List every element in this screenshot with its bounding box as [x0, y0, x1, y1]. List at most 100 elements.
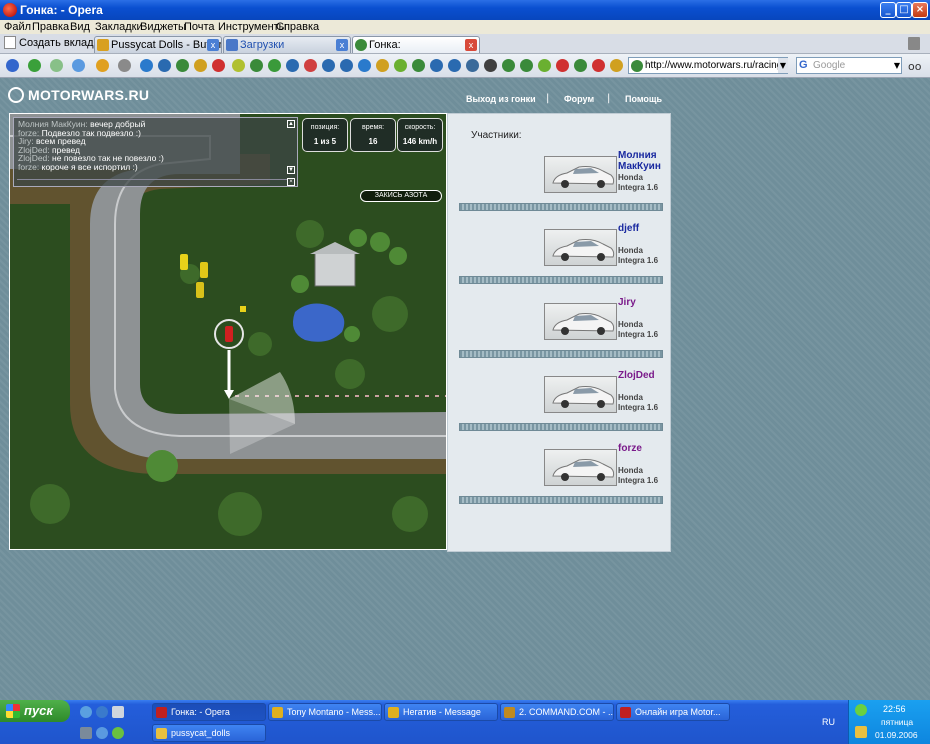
- car-image: [544, 376, 617, 413]
- speed-stat: скорость: 146 km/h: [397, 118, 443, 152]
- participant-name[interactable]: Jiry: [618, 297, 666, 308]
- start-button[interactable]: пуск: [0, 700, 70, 722]
- bookmark-icon[interactable]: [250, 59, 263, 72]
- glasses-icon[interactable]: oo: [908, 60, 921, 73]
- task-command[interactable]: 2. COMMAND.COM - ...: [500, 703, 614, 721]
- bookmark-icon[interactable]: [304, 59, 317, 72]
- trash-icon[interactable]: [908, 37, 920, 50]
- tab-close-icon[interactable]: x: [336, 39, 348, 51]
- tab-close-icon[interactable]: x: [465, 39, 477, 51]
- pen-icon[interactable]: [118, 59, 131, 72]
- task-folder[interactable]: pussycat_dolls: [152, 724, 266, 742]
- bookmark-icon[interactable]: [538, 59, 551, 72]
- participant-car-model: Honda Integra 1.6: [618, 466, 659, 485]
- fast-forward-icon[interactable]: [72, 59, 85, 72]
- bookmark-icon[interactable]: [376, 59, 389, 72]
- bookmark-icon[interactable]: [430, 59, 443, 72]
- tab-pussycat-dolls[interactable]: Pussycat Dolls - Buttons ... x: [94, 36, 222, 53]
- bookmark-icon[interactable]: [412, 59, 425, 72]
- minimize-button[interactable]: _: [880, 2, 896, 18]
- bookmark-icon[interactable]: [358, 59, 371, 72]
- menu-edit[interactable]: Правка: [32, 21, 69, 33]
- address-dropdown-icon[interactable]: ▼: [778, 58, 788, 73]
- menu-view[interactable]: Вид: [70, 21, 90, 33]
- tab-downloads[interactable]: Загрузки x: [223, 36, 351, 53]
- participant-name[interactable]: Молния МакКуин: [618, 150, 666, 172]
- desktop-icon[interactable]: [80, 706, 92, 718]
- ie-icon[interactable]: [96, 706, 108, 718]
- bookmark-icon[interactable]: [556, 59, 569, 72]
- chat-message: forze: короче я все испортил :): [18, 161, 138, 172]
- bookmark-icon[interactable]: [340, 59, 353, 72]
- bookmark-icon[interactable]: [232, 59, 245, 72]
- tray-icon[interactable]: [855, 704, 867, 716]
- participant-name[interactable]: djeff: [618, 223, 666, 234]
- bookmark-icon[interactable]: [448, 59, 461, 72]
- home-icon[interactable]: [6, 59, 19, 72]
- bookmark-icon[interactable]: [484, 59, 497, 72]
- bookmark-icon[interactable]: [140, 59, 153, 72]
- menu-widgets[interactable]: Виджеты: [140, 21, 186, 33]
- bookmark-icon[interactable]: [466, 59, 479, 72]
- task-message-1[interactable]: Tony Montano - Mess...: [268, 703, 382, 721]
- bookmark-icon[interactable]: [176, 59, 189, 72]
- bookmark-icon[interactable]: [212, 59, 225, 72]
- bookmark-icon[interactable]: [194, 59, 207, 72]
- tab-close-icon[interactable]: x: [207, 39, 219, 51]
- nitro-button[interactable]: ЗАКИСЬ АЗОТА: [360, 190, 442, 202]
- participant-name[interactable]: ZlojDed: [618, 370, 666, 381]
- participant-card: forze Honda Integra 1.6: [459, 443, 663, 509]
- app-icon[interactable]: [112, 727, 124, 739]
- chat-scroll-up-icon[interactable]: ▲: [287, 120, 295, 128]
- task-message-2[interactable]: Негатив - Message: [384, 703, 498, 721]
- bookmark-icon[interactable]: [502, 59, 515, 72]
- participants-label: Участники:: [471, 130, 522, 141]
- participant-name[interactable]: forze: [618, 443, 666, 454]
- participant-card: ZlojDed Honda Integra 1.6: [459, 370, 663, 436]
- participant-progress-bar: [459, 423, 663, 431]
- menu-mail[interactable]: Почта: [184, 21, 215, 33]
- tab-favicon-icon: [355, 39, 367, 51]
- bookmark-icon[interactable]: [592, 59, 605, 72]
- race-canvas[interactable]: Молния МакКуин: вечер добрый forze: Подв…: [9, 113, 447, 550]
- app-icon[interactable]: [80, 727, 92, 739]
- bookmark-icon[interactable]: [158, 59, 171, 72]
- exit-race-link[interactable]: Выход из гонки: [466, 94, 536, 104]
- menu-file[interactable]: Файл: [4, 21, 31, 33]
- back-icon[interactable]: [28, 59, 41, 72]
- participant-car-model: Honda Integra 1.6: [618, 246, 659, 265]
- forward-icon[interactable]: [50, 59, 63, 72]
- bookmark-icon[interactable]: [322, 59, 335, 72]
- app-icon[interactable]: [112, 706, 124, 718]
- app-icon[interactable]: [96, 727, 108, 739]
- chat-scroll-down-icon[interactable]: ▼: [287, 166, 295, 174]
- close-button[interactable]: ×: [912, 2, 928, 18]
- menu-bookmarks[interactable]: Закладки: [95, 21, 143, 33]
- search-dropdown-icon[interactable]: ▼: [892, 58, 902, 73]
- help-link[interactable]: Помощь: [625, 94, 662, 104]
- bookmark-icon[interactable]: [574, 59, 587, 72]
- tray-icon[interactable]: [855, 726, 867, 738]
- bookmark-icon[interactable]: [610, 59, 623, 72]
- task-opera[interactable]: Гонка: - Opera: [152, 703, 266, 721]
- site-logo[interactable]: MOTORWARS.RU: [8, 87, 149, 103]
- time-stat: время: 16: [350, 118, 396, 152]
- chat-input[interactable]: [17, 179, 287, 188]
- bookmark-icon[interactable]: [394, 59, 407, 72]
- task-online-game[interactable]: Онлайн игра Motor...: [616, 703, 730, 721]
- search-input[interactable]: Google: [796, 57, 902, 74]
- language-indicator[interactable]: RU: [822, 717, 835, 727]
- participant-car-model: Honda Integra 1.6: [618, 173, 659, 192]
- forum-link[interactable]: Форум: [564, 94, 594, 104]
- bookmark-icon[interactable]: [520, 59, 533, 72]
- bookmark-icon[interactable]: [286, 59, 299, 72]
- address-input[interactable]: http://www.motorwars.ru/racing.php: [628, 57, 788, 74]
- maximize-button[interactable]: □: [896, 2, 912, 18]
- menu-help[interactable]: Справка: [276, 21, 319, 33]
- chat-close-icon[interactable]: ×: [287, 178, 295, 186]
- bookmark-icon[interactable]: [268, 59, 281, 72]
- participant-card: Jiry Honda Integra 1.6: [459, 297, 663, 363]
- bookmark-icon[interactable]: [96, 59, 109, 72]
- tab-race[interactable]: Гонка: x: [352, 36, 480, 53]
- new-tab-button[interactable]: Создать вкладку: [4, 36, 104, 52]
